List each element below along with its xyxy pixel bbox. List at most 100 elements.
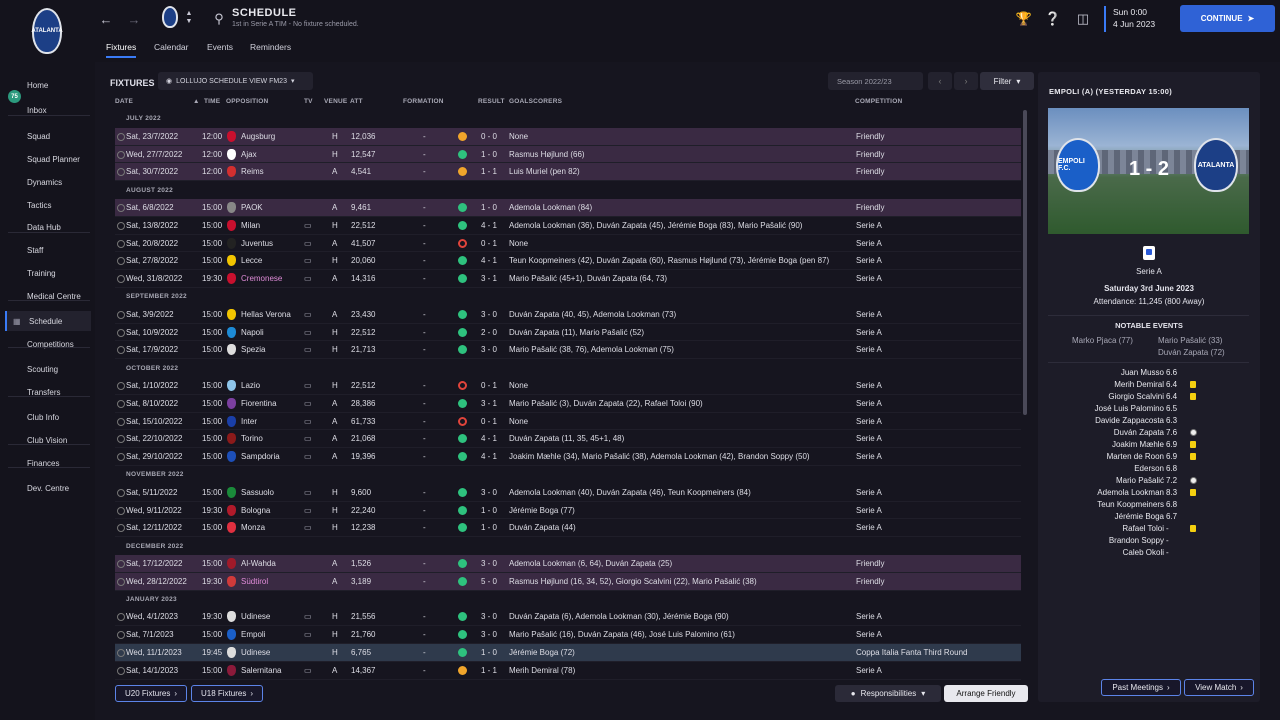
sidebar-item-transfers[interactable]: Transfers bbox=[5, 382, 91, 402]
fixture-row[interactable]: Wed, 28/12/2022 19:30 Südtirol A 3,189 - 5 - 0… bbox=[115, 572, 1021, 591]
match-image[interactable]: EMPOLI F.C. 1 - 2 ATALANTA bbox=[1048, 108, 1249, 234]
tab-calendar[interactable]: Calendar bbox=[154, 42, 189, 52]
calendar-status-icon bbox=[117, 239, 125, 248]
player-rating-row[interactable]: Marten de Roon 6.9 bbox=[1038, 452, 1260, 464]
fixture-row[interactable]: Sat, 30/7/2022 12:00 Reims A 4,541 - 1 - 1 Luis… bbox=[115, 163, 1021, 182]
col-time[interactable]: TIME bbox=[204, 98, 220, 105]
fixture-row[interactable]: Sat, 17/12/2022 15:00 Al-Wahda A 1,526 - 3 - 0… bbox=[115, 554, 1021, 573]
u18-fixtures-button[interactable]: U18 Fixtures › bbox=[191, 685, 263, 702]
tab-reminders[interactable]: Reminders bbox=[250, 42, 291, 52]
player-rating-row[interactable]: Caleb Okoli - bbox=[1038, 548, 1260, 560]
fixture-row[interactable]: Wed, 9/11/2022 19:30 Bologna ▭ H 22,240 - 1 - 0… bbox=[115, 502, 1021, 520]
sidebar-item-dev-centre[interactable]: Dev. Centre bbox=[5, 478, 91, 498]
col-tv[interactable]: TV bbox=[304, 98, 313, 105]
fixture-row[interactable]: Wed, 4/1/2023 19:30 Udinese ▭ H 21,556 - 3 - 0 D… bbox=[115, 608, 1021, 627]
sidebar-item-training[interactable]: Training bbox=[5, 263, 91, 283]
fixture-row[interactable]: Sat, 14/1/2023 15:00 Salernitana ▭ A 14,367 - 1… bbox=[115, 662, 1021, 680]
sidebar-item-schedule[interactable]: ▦ Schedule bbox=[5, 311, 91, 331]
fixture-row[interactable]: Sat, 13/8/2022 15:00 Milan ▭ H 22,512 - 4 - 1 Ad… bbox=[115, 217, 1021, 235]
continue-button[interactable]: CONTINUE ➤ bbox=[1180, 5, 1275, 32]
player-rating-row[interactable]: Ederson 6.8 bbox=[1038, 464, 1260, 476]
sidebar-item-dynamics[interactable]: Dynamics bbox=[5, 172, 91, 192]
club-crest-small[interactable] bbox=[162, 6, 178, 28]
past-meetings-button[interactable]: Past Meetings › bbox=[1101, 679, 1181, 696]
player-rating-row[interactable]: Duván Zapata 7.6 bbox=[1038, 428, 1260, 440]
sidebar-item-tactics[interactable]: Tactics bbox=[5, 195, 91, 215]
view-select[interactable]: ◉ LOLLUJO SCHEDULE VIEW FM23 ▾ bbox=[158, 72, 313, 90]
col-competition[interactable]: COMPETITION bbox=[855, 98, 902, 105]
u20-fixtures-button[interactable]: U20 Fixtures › bbox=[115, 685, 187, 702]
fixture-row[interactable]: Sat, 22/10/2022 15:00 Torino ▭ A 21,068 - 4 - 1… bbox=[115, 430, 1021, 449]
col-att[interactable]: ATT bbox=[350, 98, 363, 105]
arrange-friendly-button[interactable]: Arrange Friendly bbox=[944, 685, 1028, 702]
filter-button[interactable]: Filter ▾ bbox=[980, 72, 1034, 90]
player-rating-row[interactable]: Davide Zappacosta 6.3 bbox=[1038, 416, 1260, 428]
fixture-row[interactable]: Sat, 5/11/2022 15:00 Sassuolo ▭ H 9,600 - 3 - 0… bbox=[115, 484, 1021, 502]
sidebar-item-scouting[interactable]: Scouting bbox=[5, 359, 91, 379]
sidebar-item-squad-planner[interactable]: Squad Planner bbox=[5, 149, 91, 169]
fixture-row[interactable]: Sat, 20/8/2022 15:00 Juventus ▭ A 41,507 - 0 - … bbox=[115, 235, 1021, 253]
player-rating-row[interactable]: Rafael Toloi - bbox=[1038, 524, 1260, 536]
player-rating-row[interactable]: José Luis Palomino 6.5 bbox=[1038, 404, 1260, 416]
fixture-row[interactable]: Wed, 27/7/2022 12:00 Ajax H 12,547 - 1 - 0 Rasm… bbox=[115, 145, 1021, 164]
col-goalscorers[interactable]: GOALSCORERS bbox=[509, 98, 562, 105]
fixture-row[interactable]: Sat, 23/7/2022 12:00 Augsburg H 12,036 - 0 - 0… bbox=[115, 127, 1021, 146]
tab-fixtures[interactable]: Fixtures bbox=[106, 42, 137, 58]
search-icon[interactable]: ⚲ bbox=[211, 11, 227, 27]
player-rating-row[interactable]: Joakim Mæhle 6.9 bbox=[1038, 440, 1260, 452]
fixture-row[interactable]: Sat, 17/9/2022 15:00 Spezia ▭ H 21,713 - 3 - 0 M… bbox=[115, 341, 1021, 360]
fixture-row[interactable]: Sat, 10/9/2022 15:00 Napoli ▭ H 22,512 - 2 - 0 D… bbox=[115, 324, 1021, 342]
col-result[interactable]: RESULT bbox=[478, 98, 505, 105]
fixture-row[interactable]: Wed, 11/1/2023 19:45 Udinese H 6,765 - 1 - 0 Jé… bbox=[115, 643, 1021, 662]
fixture-row[interactable]: Sat, 15/10/2022 15:00 Inter ▭ A 61,733 - 0 - 1 N… bbox=[115, 413, 1021, 431]
player-rating-row[interactable]: Ademola Lookman 8.3 bbox=[1038, 488, 1260, 500]
sidebar-item-club-info[interactable]: Club Info bbox=[5, 407, 91, 427]
fixture-venue: A bbox=[332, 398, 338, 408]
col-opposition[interactable]: OPPOSITION bbox=[226, 98, 268, 105]
scrollbar[interactable] bbox=[1023, 110, 1027, 415]
pitch-icon[interactable]: ◫ bbox=[1075, 11, 1091, 27]
sidebar-item-data-hub[interactable]: Data Hub bbox=[5, 217, 91, 237]
sidebar-item-competitions[interactable]: Competitions bbox=[5, 334, 91, 354]
responsibilities-button[interactable]: ● Responsibilities ▾ bbox=[835, 685, 941, 702]
col-formation[interactable]: FORMATION bbox=[403, 98, 444, 105]
fixture-row[interactable]: Sat, 27/8/2022 15:00 Lecce ▭ H 20,060 - 4 - 1 Te… bbox=[115, 252, 1021, 271]
player-rating-row[interactable]: Juan Musso 6.6 bbox=[1038, 368, 1260, 380]
player-rating-row[interactable]: Jérémie Boga 6.7 bbox=[1038, 512, 1260, 524]
fixture-row[interactable]: Sat, 3/9/2022 15:00 Hellas Verona ▭ A 23,430 -… bbox=[115, 306, 1021, 324]
back-arrow-icon[interactable]: ← bbox=[98, 11, 114, 27]
sidebar-item-club-vision[interactable]: Club Vision bbox=[5, 430, 91, 450]
fixture-row[interactable]: Sat, 12/11/2022 15:00 Monza ▭ H 12,238 - 1 - 0 D… bbox=[115, 519, 1021, 538]
season-select[interactable]: Season 2022/23 bbox=[828, 72, 923, 90]
player-rating-row[interactable]: Mario Pašalić 7.2 bbox=[1038, 476, 1260, 488]
sidebar-item-finances[interactable]: Finances bbox=[5, 453, 91, 473]
game-clock[interactable]: Sun 0:00 4 Jun 2023 bbox=[1104, 6, 1174, 32]
player-rating-row[interactable]: Brandon Soppy - bbox=[1038, 536, 1260, 548]
fixture-row[interactable]: Sat, 8/10/2022 15:00 Fiorentina ▭ A 28,386 - 3 … bbox=[115, 395, 1021, 413]
fixture-row[interactable]: Wed, 31/8/2022 19:30 Cremonese ▭ A 14,316 - 3 -… bbox=[115, 270, 1021, 288]
sidebar-item-medical-centre[interactable]: Medical Centre bbox=[5, 286, 91, 306]
col-date[interactable]: DATE bbox=[115, 98, 133, 105]
next-season-button[interactable]: › bbox=[954, 72, 978, 90]
forward-arrow-icon[interactable]: → bbox=[126, 11, 142, 27]
help-icon[interactable]: ❔ bbox=[1045, 11, 1061, 27]
view-match-button[interactable]: View Match › bbox=[1184, 679, 1254, 696]
fixture-row[interactable]: Sat, 29/10/2022 15:00 Sampdoria ▭ A 19,396 - 4 … bbox=[115, 448, 1021, 466]
tab-events[interactable]: Events bbox=[207, 42, 233, 52]
player-rating-row[interactable]: Teun Koopmeiners 6.8 bbox=[1038, 500, 1260, 512]
sidebar-item-inbox[interactable]: Inbox bbox=[5, 100, 91, 120]
prev-season-button[interactable]: ‹ bbox=[928, 72, 952, 90]
fixture-row[interactable]: Sat, 1/10/2022 15:00 Lazio ▭ H 22,512 - 0 - 1 No… bbox=[115, 377, 1021, 395]
club-crest[interactable]: ATALANTA bbox=[31, 8, 63, 54]
sidebar-item-squad[interactable]: Squad bbox=[5, 126, 91, 146]
player-rating-row[interactable]: Giorgio Scalvini 6.4 bbox=[1038, 392, 1260, 404]
player-rating-row[interactable]: Merih Demiral 6.4 bbox=[1038, 380, 1260, 392]
player-name: Davide Zappacosta bbox=[1095, 416, 1164, 425]
updown-chevron-icon[interactable]: ▲ ▼ bbox=[184, 8, 194, 28]
fixture-row[interactable]: Sat, 6/8/2022 15:00 PAOK A 9,461 - 1 - 0 Ademol… bbox=[115, 198, 1021, 217]
sidebar-item-staff[interactable]: Staff bbox=[5, 240, 91, 260]
fixture-row[interactable]: Sat, 7/1/2023 15:00 Empoli ▭ H 21,760 - 3 - 0 Ma… bbox=[115, 626, 1021, 644]
fixture-venue: A bbox=[332, 167, 338, 177]
trophy-icon[interactable]: 🏆 bbox=[1016, 11, 1032, 27]
col-venue[interactable]: VENUE bbox=[324, 98, 347, 105]
